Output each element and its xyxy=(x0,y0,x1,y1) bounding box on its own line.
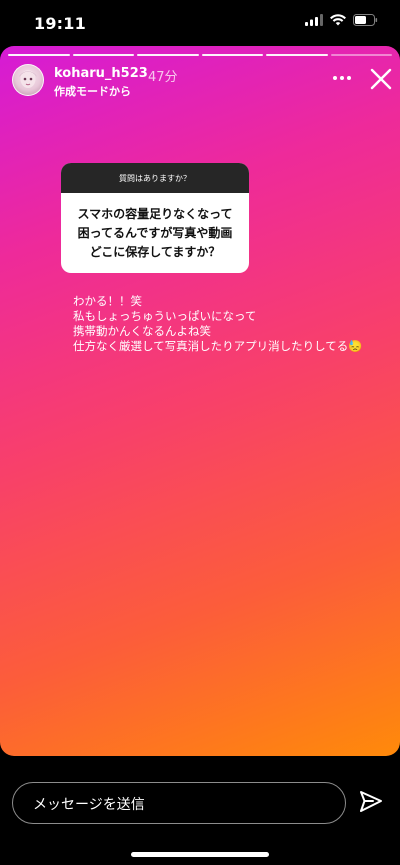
home-indicator[interactable] xyxy=(131,852,269,857)
question-line: スマホの容量足りなくなって xyxy=(77,206,233,221)
close-icon[interactable] xyxy=(368,66,394,92)
signal-icon xyxy=(305,14,323,26)
time-ago: 47分 xyxy=(148,70,178,85)
reply-line: 仕方なく厳選して写真消したりアプリ消したりしてる😓 xyxy=(73,339,363,353)
more-horizontal-icon[interactable] xyxy=(330,68,354,88)
username[interactable]: koharu_h523 xyxy=(54,66,148,81)
story-viewer[interactable]: koharu_h523 47分 作成モードから 質問はありますか？ スマホの容量… xyxy=(0,46,400,756)
reply-line: 私もしょっちゅういっぱいになって xyxy=(73,309,257,323)
status-icons xyxy=(305,14,378,26)
question-sticker-body: スマホの容量足りなくなって 困ってるんですが写真や動画 どこに保存してますか？ xyxy=(61,193,249,273)
story-subtitle[interactable]: 作成モードから xyxy=(54,83,131,99)
progress-segment xyxy=(330,54,392,56)
message-placeholder: メッセージを送信 xyxy=(33,797,145,813)
avatar-image-icon xyxy=(19,70,37,88)
reply-line: わかる！！笑 xyxy=(73,294,142,308)
reply-line: 携帯動かんくなるんよね笑 xyxy=(73,324,211,338)
battery-icon xyxy=(353,14,378,26)
question-sticker: 質問はありますか？ スマホの容量足りなくなって 困ってるんですが写真や動画 どこ… xyxy=(61,163,249,273)
progress-segment xyxy=(8,54,70,56)
wifi-icon xyxy=(330,14,346,26)
message-input[interactable]: メッセージを送信 xyxy=(12,782,346,824)
question-line: 困ってるんですが写真や動画 xyxy=(77,225,233,240)
avatar[interactable] xyxy=(12,64,44,96)
send-icon[interactable] xyxy=(358,789,384,815)
progress-segment xyxy=(201,54,263,56)
story-progress xyxy=(8,54,392,56)
question-line: どこに保存してますか？ xyxy=(89,244,221,259)
status-bar: 19:11 xyxy=(0,0,400,46)
question-sticker-header: 質問はありますか？ xyxy=(61,163,249,193)
reply-text: わかる！！笑 私もしょっちゅういっぱいになって 携帯動かんくなるんよね笑 仕方な… xyxy=(73,294,363,354)
progress-segment xyxy=(72,54,134,56)
status-time: 19:11 xyxy=(34,14,86,33)
progress-segment xyxy=(137,54,199,56)
progress-segment xyxy=(266,54,328,56)
